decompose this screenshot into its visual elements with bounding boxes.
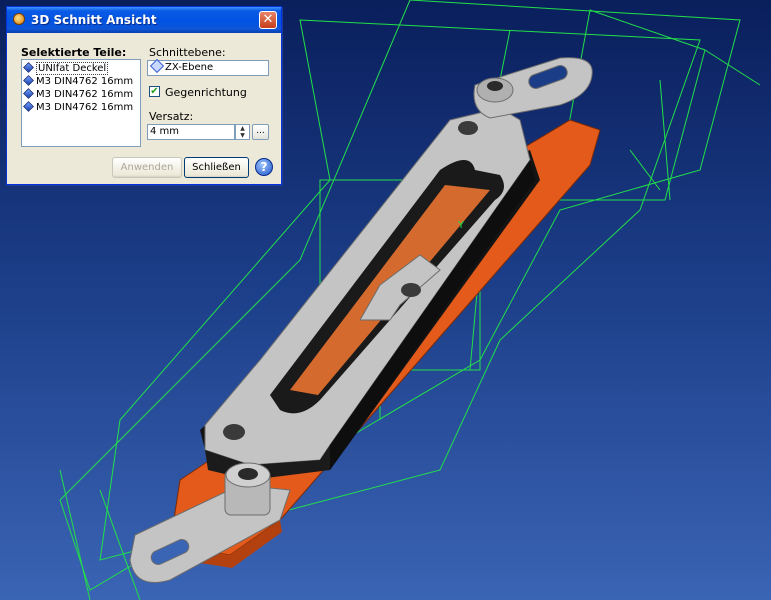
list-item[interactable]: M3 DIN4762 16mm xyxy=(23,88,134,101)
section-plane-value: ZX-Ebene xyxy=(165,62,214,73)
section-plane-label: Schnittebene: xyxy=(149,46,226,59)
selected-parts-list[interactable]: UNIfat Deckel M3 DIN4762 16mm M3 DIN4762… xyxy=(21,59,141,147)
close-icon[interactable]: ✕ xyxy=(259,11,277,29)
dialog-title: 3D Schnitt Ansicht xyxy=(31,13,157,27)
selected-parts-label: Selektierte Teile: xyxy=(21,46,127,59)
section-plane-field[interactable]: ZX-Ebene xyxy=(147,58,269,76)
part-label: UNIfat Deckel xyxy=(36,62,109,75)
part-label: M3 DIN4762 16mm xyxy=(36,76,134,87)
apply-button[interactable]: Anwenden xyxy=(112,157,182,178)
app-icon xyxy=(13,13,25,25)
section-view-dialog: 3D Schnitt Ansicht ✕ Selektierte Teile: … xyxy=(6,6,282,185)
part-icon xyxy=(23,88,34,99)
offset-label: Versatz: xyxy=(149,110,194,123)
offset-spinner[interactable]: ▲ ▼ xyxy=(235,124,250,140)
reverse-direction-checkbox[interactable]: ✔ xyxy=(149,86,160,97)
list-item[interactable]: M3 DIN4762 16mm xyxy=(23,101,134,114)
dialog-titlebar[interactable]: 3D Schnitt Ansicht ✕ xyxy=(7,7,281,33)
close-button[interactable]: Schließen xyxy=(184,157,249,178)
list-item[interactable]: UNIfat Deckel xyxy=(23,62,109,75)
top-link-arm xyxy=(473,57,593,119)
part-icon xyxy=(23,62,34,73)
part-label: M3 DIN4762 16mm xyxy=(36,89,134,100)
spin-up-icon[interactable]: ▲ xyxy=(236,125,249,132)
part-icon xyxy=(23,75,34,86)
browse-button[interactable]: ... xyxy=(252,124,269,140)
reverse-direction-label[interactable]: Gegenrichtung xyxy=(165,86,247,99)
axis-label-y: Y xyxy=(457,220,465,231)
help-icon[interactable]: ? xyxy=(255,158,273,176)
part-label: M3 DIN4762 16mm xyxy=(36,102,134,113)
spin-down-icon[interactable]: ▼ xyxy=(236,132,249,139)
list-item[interactable]: M3 DIN4762 16mm xyxy=(23,75,134,88)
plane-icon xyxy=(149,58,165,74)
part-icon xyxy=(23,101,34,112)
offset-input[interactable]: 4 mm xyxy=(147,124,235,140)
